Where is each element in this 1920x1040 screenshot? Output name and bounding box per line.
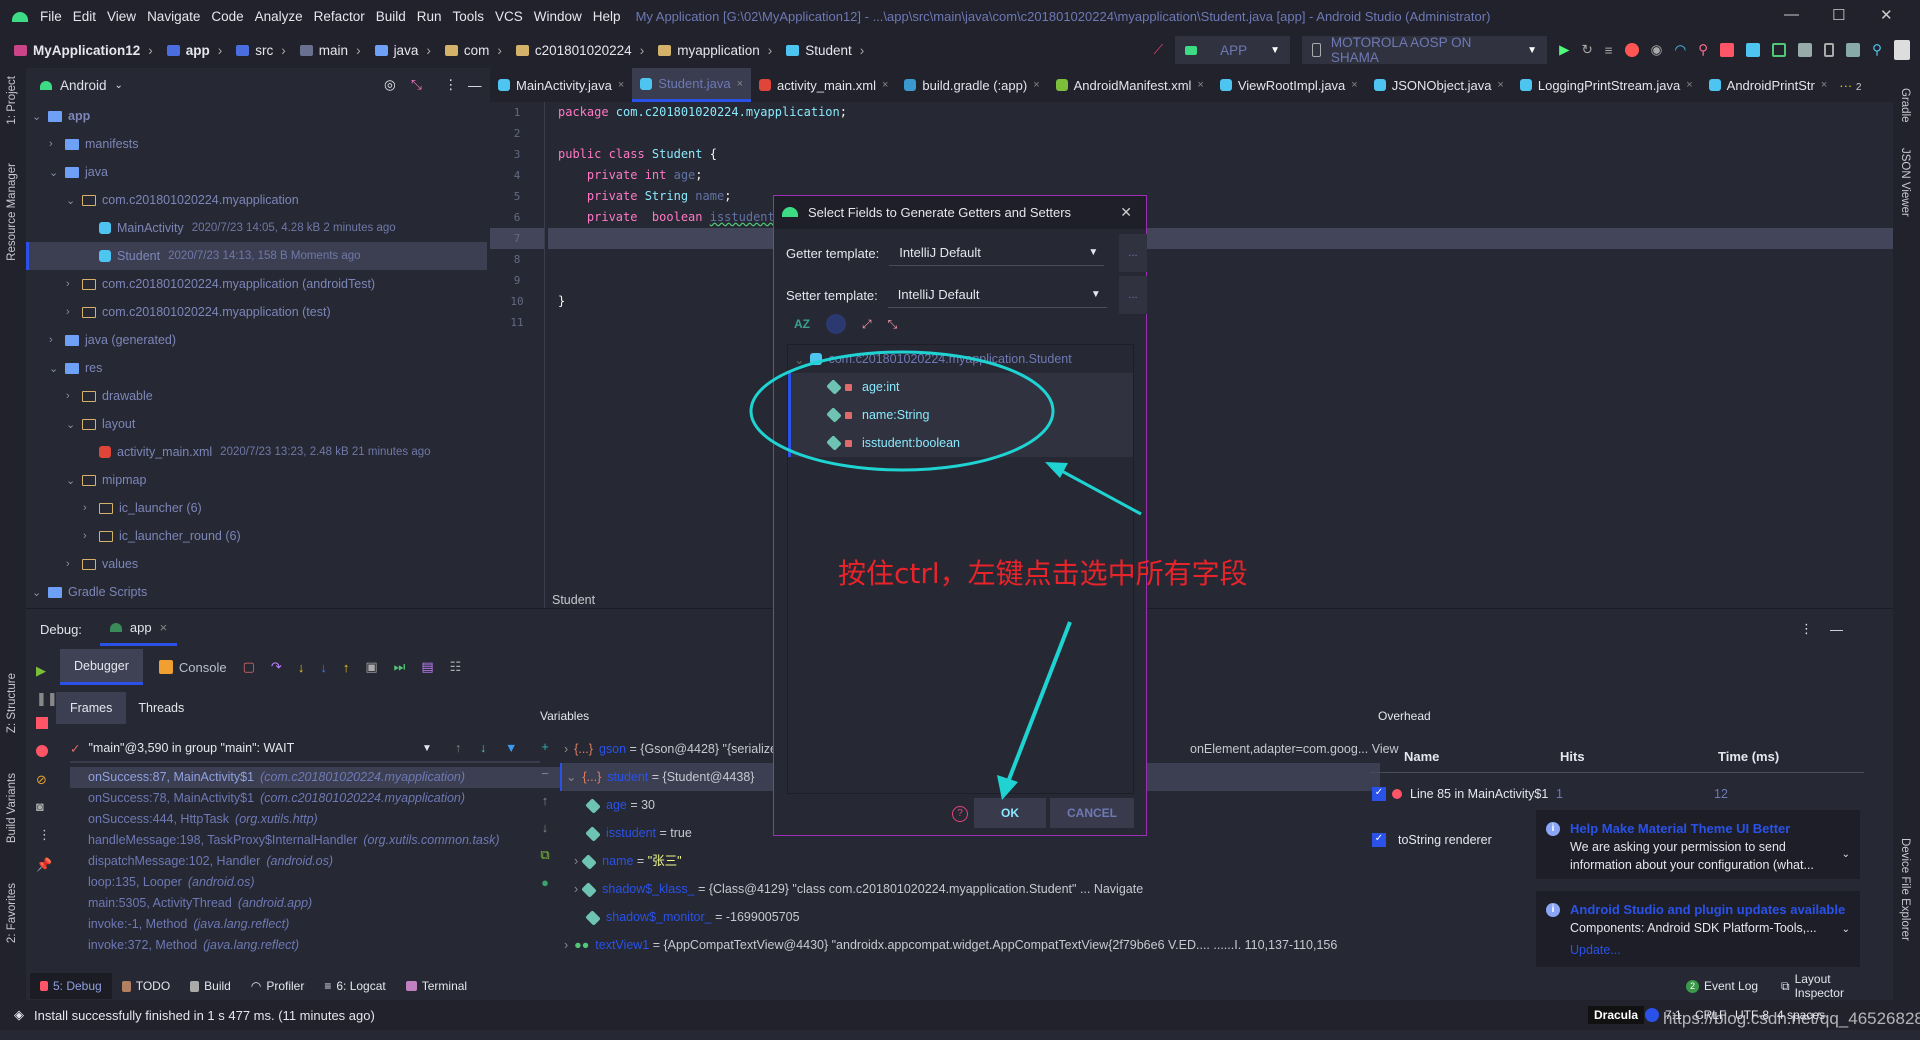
highlight-ellipse [749, 350, 1055, 472]
annotation-arrow [1006, 621, 1072, 783]
arrow-head [997, 775, 1018, 800]
annotation-arrow [1057, 467, 1142, 516]
arrow-head [1045, 462, 1068, 478]
annotation-text: 按住ctrl，左键点击选中所有字段 [838, 557, 1248, 590]
annotation-overlay [749, 350, 1142, 800]
